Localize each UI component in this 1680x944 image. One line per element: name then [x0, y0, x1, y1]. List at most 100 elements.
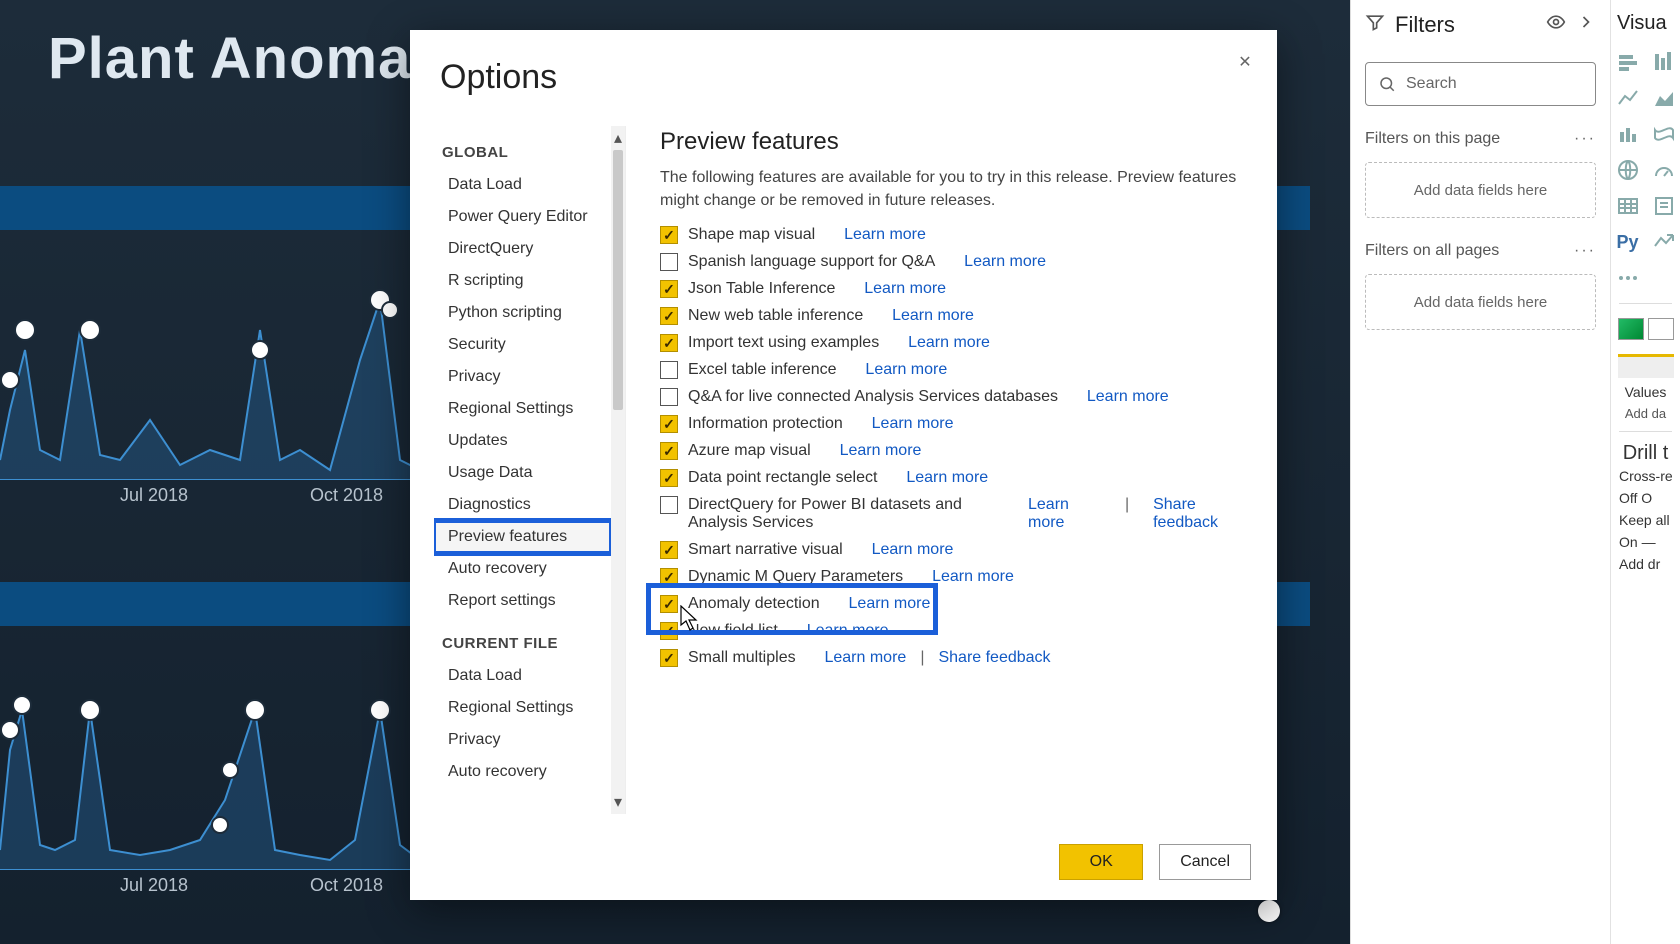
nav-item-privacy[interactable]: Privacy: [434, 361, 611, 393]
nav-item-report-settings[interactable]: Report settings: [434, 585, 611, 617]
nav-item-preview-features[interactable]: Preview features: [434, 521, 611, 553]
nav-item-cf-regional-settings[interactable]: Regional Settings: [434, 692, 611, 724]
search-placeholder: Search: [1406, 75, 1457, 93]
drop-well-all[interactable]: Add data fields here: [1365, 274, 1596, 330]
nav-item-cf-privacy[interactable]: Privacy: [434, 724, 611, 756]
table-icon[interactable]: [1613, 191, 1643, 221]
learn-more-link[interactable]: Learn more: [932, 568, 1014, 586]
scroll-up-icon[interactable]: ▴: [611, 126, 625, 150]
nav-item-r-scripting[interactable]: R scripting: [434, 265, 611, 297]
filters-on-all-title: Filters on all pages: [1365, 242, 1499, 260]
share-feedback-link[interactable]: Share feedback: [1153, 496, 1253, 532]
nav-item-cf-auto-recovery[interactable]: Auto recovery: [434, 756, 611, 788]
filters-on-page-title: Filters on this page: [1365, 130, 1500, 148]
scroll-down-icon[interactable]: ▾: [611, 790, 625, 814]
eye-icon[interactable]: [1546, 12, 1566, 38]
checkbox[interactable]: [660, 442, 678, 460]
slicer-icon[interactable]: [1649, 191, 1679, 221]
scrubber[interactable]: [6, 906, 1266, 916]
nav-item-data-load[interactable]: Data Load: [434, 169, 611, 201]
feature-row-new-web-table-inference: New web table inference Learn more: [660, 307, 1253, 325]
more-icon-2[interactable]: ···: [1574, 242, 1596, 260]
feature-label: Anomaly detection: [688, 595, 820, 613]
checkbox[interactable]: [660, 334, 678, 352]
feature-label: Azure map visual: [688, 442, 811, 460]
checkbox[interactable]: [660, 415, 678, 433]
column-chart-icon[interactable]: [1613, 119, 1643, 149]
globe-icon[interactable]: [1613, 155, 1643, 185]
learn-more-link[interactable]: Learn more: [872, 415, 954, 433]
nav-item-auto-recovery[interactable]: Auto recovery: [434, 553, 611, 585]
learn-more-link[interactable]: Learn more: [1087, 388, 1169, 406]
nav-item-regional-settings[interactable]: Regional Settings: [434, 393, 611, 425]
learn-more-link[interactable]: Learn more: [872, 541, 954, 559]
axis-label-jul2: Jul 2018: [120, 875, 188, 896]
checkbox[interactable]: [660, 541, 678, 559]
visualizations-title: Visua: [1615, 6, 1676, 47]
learn-more-link[interactable]: Learn more: [892, 307, 974, 325]
nav-scrollbar[interactable]: ▴ ▾: [611, 126, 625, 814]
checkbox[interactable]: [660, 469, 678, 487]
clustered-bar-icon[interactable]: [1649, 47, 1679, 77]
nav-item-updates[interactable]: Updates: [434, 425, 611, 457]
nav-item-diagnostics[interactable]: Diagnostics: [434, 489, 611, 521]
checkbox[interactable]: [660, 361, 678, 379]
checkbox[interactable]: [660, 307, 678, 325]
format-image-swatch[interactable]: [1615, 314, 1676, 348]
search-input[interactable]: Search: [1365, 62, 1596, 106]
ribbon-icon[interactable]: [1649, 119, 1679, 149]
checkbox[interactable]: [660, 649, 678, 667]
share-feedback-link[interactable]: Share feedback: [938, 649, 1050, 667]
feature-label: Small multiples: [688, 649, 796, 667]
checkbox[interactable]: [660, 280, 678, 298]
field-well-icon[interactable]: [1618, 354, 1674, 378]
feature-row-spanish-language-support-for-q-a: Spanish language support for Q&A Learn m…: [660, 253, 1253, 271]
learn-more-link[interactable]: Learn more: [906, 469, 988, 487]
nav-item-usage-data[interactable]: Usage Data: [434, 457, 611, 489]
line-chart-1: Jul 2018 Oct 2018: [0, 260, 420, 480]
nav-item-power-query-editor[interactable]: Power Query Editor: [434, 201, 611, 233]
drop-well-page[interactable]: Add data fields here: [1365, 162, 1596, 218]
learn-more-link[interactable]: Learn more: [864, 280, 946, 298]
learn-more-link[interactable]: Learn more: [908, 334, 990, 352]
nav-item-directquery[interactable]: DirectQuery: [434, 233, 611, 265]
checkbox[interactable]: [660, 595, 678, 613]
learn-more-link[interactable]: Learn more: [1028, 496, 1101, 532]
learn-more-link[interactable]: Learn more: [964, 253, 1046, 271]
nav-group-global: GLOBAL: [434, 126, 611, 169]
viz-icon-grid: Py: [1615, 47, 1676, 293]
learn-more-link[interactable]: Learn more: [865, 361, 947, 379]
learn-more-link[interactable]: Learn more: [807, 622, 889, 640]
nav-item-python-scripting[interactable]: Python scripting: [434, 297, 611, 329]
checkbox[interactable]: [660, 496, 678, 514]
cancel-button[interactable]: Cancel: [1159, 844, 1251, 880]
checkbox[interactable]: [660, 388, 678, 406]
learn-more-link[interactable]: Learn more: [849, 595, 931, 613]
nav-item-cf-data-load[interactable]: Data Load: [434, 660, 611, 692]
close-button[interactable]: ✕: [1227, 44, 1263, 80]
checkbox[interactable]: [660, 568, 678, 586]
kpi-icon[interactable]: [1649, 227, 1679, 257]
learn-more-link[interactable]: Learn more: [844, 226, 926, 244]
checkbox[interactable]: [660, 253, 678, 271]
checkbox[interactable]: [660, 622, 678, 640]
python-visual-icon[interactable]: Py: [1613, 227, 1643, 257]
ok-button[interactable]: OK: [1059, 844, 1143, 880]
feature-list: Shape map visual Learn moreSpanish langu…: [660, 226, 1253, 667]
checkbox[interactable]: [660, 226, 678, 244]
more-visuals-icon[interactable]: [1613, 263, 1643, 293]
line-chart-icon[interactable]: [1613, 83, 1643, 113]
gauge-icon[interactable]: [1649, 155, 1679, 185]
stacked-bar-icon[interactable]: [1613, 47, 1643, 77]
feature-row-q-a-for-live-connected-analysis-services-databases: Q&A for live connected Analysis Services…: [660, 388, 1253, 406]
scroll-thumb[interactable]: [613, 150, 623, 410]
more-icon[interactable]: ···: [1574, 130, 1596, 148]
chevron-right-icon[interactable]: [1576, 12, 1596, 38]
add-data-label[interactable]: Add da: [1615, 406, 1676, 421]
learn-more-link[interactable]: Learn more: [840, 442, 922, 460]
area-chart-icon[interactable]: [1649, 83, 1679, 113]
learn-more-link[interactable]: Learn more: [824, 649, 906, 667]
options-dialog: Options ✕ GLOBALData LoadPower Query Edi…: [410, 30, 1277, 900]
feature-row-anomaly-detection: Anomaly detection Learn more: [660, 595, 1253, 613]
nav-item-security[interactable]: Security: [434, 329, 611, 361]
